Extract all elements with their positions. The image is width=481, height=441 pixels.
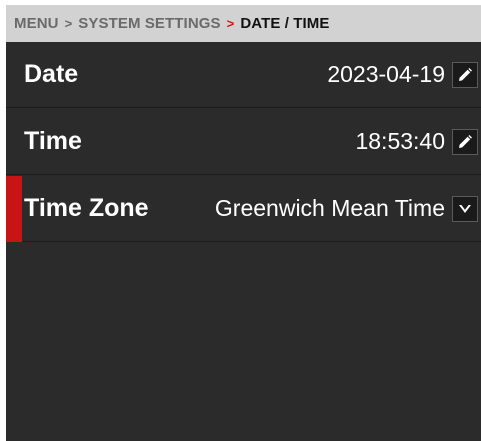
breadcrumb: MENU > SYSTEM SETTINGS > DATE / TIME (6, 5, 481, 42)
time-label: Time (24, 127, 82, 155)
edit-date-button[interactable] (452, 61, 478, 88)
time-setting-row[interactable]: Time 18:53:40 (6, 109, 481, 175)
edit-icon (459, 134, 472, 148)
date-setting-row[interactable]: Date 2023-04-19 (6, 42, 481, 108)
breadcrumb-separator: > (64, 16, 73, 31)
date-time-settings-screen: MENU > SYSTEM SETTINGS > DATE / TIME Dat… (0, 0, 481, 441)
breadcrumb-menu[interactable]: MENU (14, 15, 59, 32)
time-zone-value: Greenwich Mean Time (214, 195, 445, 221)
date-value: 2023-04-19 (327, 61, 445, 87)
time-zone-label: Time Zone (24, 194, 149, 222)
time-zone-setting-row[interactable]: Time Zone Greenwich Mean Time (6, 176, 481, 242)
date-label: Date (24, 60, 79, 88)
edit-icon (459, 67, 472, 81)
edit-time-button[interactable] (452, 128, 478, 155)
chevron-down-icon (459, 204, 471, 213)
selected-row-marker (6, 176, 22, 242)
breadcrumb-separator-active: > (226, 16, 235, 31)
breadcrumb-system-settings[interactable]: SYSTEM SETTINGS (78, 15, 220, 32)
breadcrumb-current-page: DATE / TIME (240, 15, 330, 32)
time-value: 18:53:40 (355, 128, 445, 154)
settings-panel: Date 2023-04-19 Time 18:53:40 Time Zone (6, 42, 481, 441)
time-zone-dropdown-button[interactable] (452, 195, 478, 222)
